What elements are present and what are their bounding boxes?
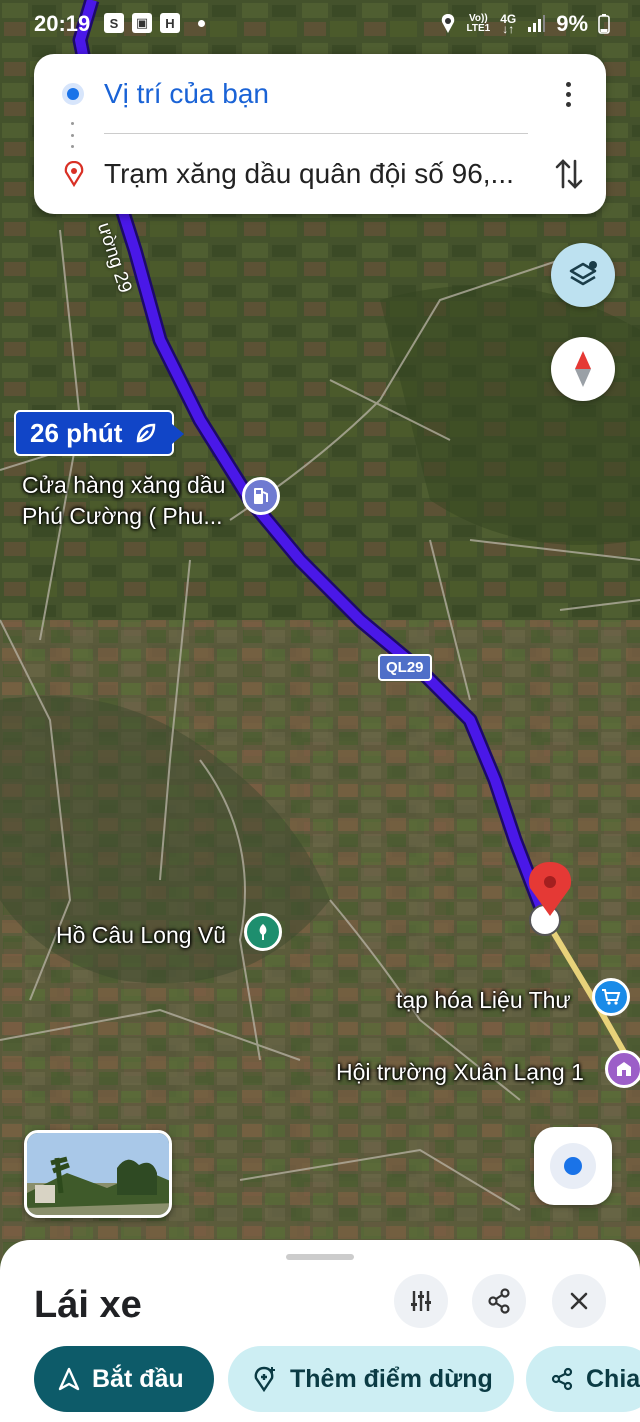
status-notification-icons: S ▣ H bbox=[104, 13, 205, 33]
volte-indicator: Vo)) LTE1 bbox=[466, 14, 490, 34]
location-status-icon bbox=[442, 14, 455, 33]
my-location-icon bbox=[550, 1143, 596, 1189]
tune-icon bbox=[411, 1291, 431, 1311]
poi-name-line1: Cửa hàng xăng dầu bbox=[22, 472, 226, 498]
poi-label-shop[interactable]: tạp hóa Liệu Thư bbox=[396, 987, 571, 1014]
status-system-icons: Vo)) LTE1 4G ↓↑ 9% bbox=[440, 11, 610, 37]
park-icon[interactable] bbox=[244, 913, 282, 951]
map-layers-button[interactable] bbox=[551, 243, 615, 307]
origin-field[interactable]: Vị trí của bạn bbox=[104, 78, 269, 110]
building-icon[interactable] bbox=[605, 1050, 640, 1088]
layers-icon bbox=[569, 261, 597, 286]
close-button[interactable] bbox=[552, 1274, 606, 1328]
volte-bottom-text: LTE1 bbox=[466, 23, 491, 34]
toll-leaf-icon bbox=[137, 423, 156, 443]
signal-icon bbox=[528, 15, 546, 32]
swap-direction-icon[interactable] bbox=[554, 157, 584, 191]
destination-field[interactable]: Trạm xăng dầu quân đội số 96,... bbox=[104, 158, 534, 190]
navigation-arrow-icon bbox=[58, 1367, 80, 1391]
battery-percent: 9% bbox=[556, 11, 588, 36]
start-label: Bắt đầu bbox=[92, 1364, 184, 1393]
poi-label-gas-station[interactable]: Cửa hàng xăng dầu Phú Cường ( Phu... bbox=[22, 472, 225, 530]
app-icon: H bbox=[160, 13, 180, 33]
route-divider bbox=[104, 133, 528, 134]
destination-row[interactable]: Trạm xăng dầu quân đội số 96,... bbox=[34, 144, 606, 204]
add-stop-label: Thêm điểm dừng bbox=[290, 1364, 493, 1393]
eta-text: 26 phút bbox=[30, 417, 123, 448]
poi-label-hall[interactable]: Hội trường Xuân Lạng 1 bbox=[336, 1059, 584, 1086]
share-chip-label: Chia bbox=[586, 1364, 640, 1393]
share-route-button[interactable] bbox=[472, 1274, 526, 1328]
street-view-thumbnail[interactable] bbox=[24, 1130, 172, 1218]
route-card: Vị trí của bạn Trạm xăng dầu quân đội số… bbox=[34, 54, 606, 214]
close-icon bbox=[570, 1292, 588, 1310]
origin-row[interactable]: Vị trí của bạn bbox=[34, 64, 606, 124]
compass-button[interactable] bbox=[551, 337, 615, 401]
shopping-cart-icon[interactable] bbox=[592, 978, 630, 1016]
share-icon bbox=[488, 1288, 510, 1314]
my-location-button[interactable] bbox=[534, 1127, 612, 1205]
add-stop-pin-icon bbox=[254, 1366, 275, 1393]
destination-pin-small-icon bbox=[64, 161, 84, 187]
route-options-button[interactable] bbox=[394, 1274, 448, 1328]
more-notifications-dot bbox=[198, 19, 205, 27]
poi-label-park[interactable]: Hồ Câu Long Vũ bbox=[56, 922, 226, 949]
eta-bubble[interactable]: 26 phút bbox=[14, 410, 185, 456]
gallery-icon: ▣ bbox=[132, 13, 152, 33]
share-chip-button[interactable]: Chia bbox=[526, 1346, 640, 1412]
poi-name-line2: Phú Cường ( Phu... bbox=[22, 503, 223, 529]
battery-icon bbox=[598, 14, 610, 34]
more-options-button[interactable] bbox=[556, 74, 580, 114]
status-bar: 20:19 S ▣ H Vo)) LTE1 4G ↓↑ 9% bbox=[0, 0, 640, 46]
status-time: 20:19 bbox=[34, 11, 91, 36]
compass-icon bbox=[575, 351, 591, 387]
directions-bottom-sheet: Lái xe Bắt đầu Thêm điểm dừng Chia bbox=[0, 1240, 640, 1422]
add-stop-button[interactable]: Thêm điểm dừng bbox=[228, 1346, 514, 1412]
share-chip-icon bbox=[551, 1367, 573, 1391]
travel-mode-title: Lái xe bbox=[34, 1284, 142, 1326]
shopee-icon: S bbox=[104, 13, 124, 33]
road-shield-badge: QL29 bbox=[378, 654, 432, 681]
sheet-drag-handle[interactable] bbox=[286, 1254, 354, 1260]
start-navigation-button[interactable]: Bắt đầu bbox=[34, 1346, 214, 1412]
gas-station-icon[interactable] bbox=[242, 477, 280, 515]
origin-dot-icon bbox=[62, 83, 84, 105]
network-type: 4G ↓↑ bbox=[500, 12, 517, 36]
